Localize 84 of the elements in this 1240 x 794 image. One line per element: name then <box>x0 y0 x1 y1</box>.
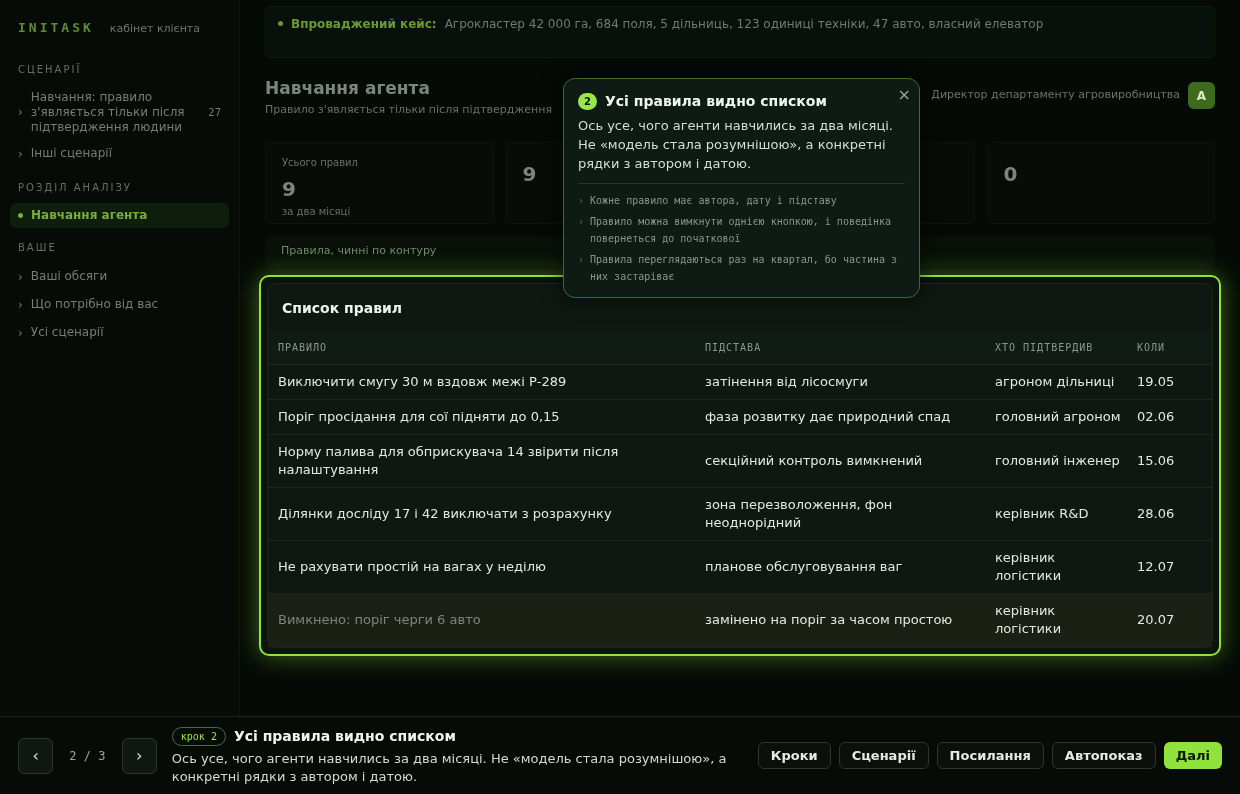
popover-text: Ось усе, чого агенти навчились за два місяці. Не «модель стала розумнішою», а конкретні рядки з автором і датою. <box>578 117 894 173</box>
page-subtitle: Правило з'являється тільки після підтвердження <box>265 101 553 118</box>
table-row[interactable]: Поріг просідання для сої підняти до 0,15 фаза розвитку дає природний спад головний агроном 02.06 <box>268 399 1212 435</box>
table-row[interactable]: Виключити смугу 30 м вздовж межі Р-289 затінення від лісосмуги агроном дільниці 19.05 <box>268 364 1212 400</box>
user-role: Директор департаменту агровиробництва <box>931 87 1180 104</box>
table-cell: зона перезволоження, фон неоднорідний <box>705 487 995 541</box>
table-cell: керівник логістики <box>995 593 1137 647</box>
table-cell: Поріг просідання для сої підняти до 0,15 <box>268 399 705 435</box>
item-label: Ваші обсяги <box>30 269 109 284</box>
table-cell: головний агроном <box>995 399 1137 435</box>
section-heading: СЦЕНАРІЇ <box>17 62 83 77</box>
table-cell: фаза розвитку дає природний спад <box>705 399 995 435</box>
tour-button[interactable]: Далі <box>1163 742 1222 769</box>
table-cell: 19.05 <box>1137 364 1212 400</box>
section-heading: РОЗДІЛ АНАЛІЗУ <box>17 180 133 195</box>
previous-button[interactable]: ‹ <box>18 737 54 774</box>
item-label: Навчання агента <box>31 207 149 223</box>
table-cell: 02.06 <box>1137 399 1212 435</box>
page-title: Навчання агента <box>265 77 431 100</box>
table-cell: замінено на поріг за часом простою <box>705 593 995 647</box>
table-cell: Ділянки досліду 17 і 42 виключати з розрахунку <box>268 487 705 541</box>
sidebar-item[interactable]: Навчання агента <box>10 202 229 228</box>
brand-subtitle: кабінет клієнта <box>109 21 200 37</box>
column-header: ПРАВИЛО <box>268 331 705 365</box>
popover-bullet: Кожне правило має автора, дату і підставу <box>590 194 837 208</box>
tour-button[interactable]: Автопоказ <box>1051 742 1156 769</box>
banner-text: Агрокластер 42 000 га, 684 поля, 5 дільниць, 123 одиниці техніки, 47 авто, власний елеватор <box>444 16 1044 33</box>
tour-button[interactable]: Кроки <box>757 742 831 769</box>
table-cell: головний інженер <box>995 434 1137 488</box>
tour-button[interactable]: Посилання <box>936 742 1044 769</box>
chevron-icon: › <box>18 267 23 286</box>
sidebar-item[interactable]: › Ваші обсяги <box>10 262 229 291</box>
tour-button[interactable]: Сценарії <box>838 742 929 769</box>
table-cell: агроном дільниці <box>995 364 1137 400</box>
table-cell: Норму палива для обприскувача 14 звірити після налаштування <box>268 434 705 488</box>
table-cell: 15.06 <box>1137 434 1212 488</box>
chevron-icon: › <box>18 103 23 121</box>
table-cell: затінення від лісосмуги <box>705 364 995 400</box>
step-title: Усі правила видно списком <box>233 726 456 746</box>
sidebar-item[interactable]: › Що потрібно від вас <box>10 290 229 319</box>
popover-title: Усі правила видно списком <box>605 92 827 111</box>
table-cell: планове обслуговування ваг <box>705 540 995 594</box>
banner-label: Впроваджений кейс: <box>291 16 437 33</box>
sidebar-item[interactable]: › Навчання: правило з'являється тільки після підтвердження людини 27 <box>10 84 229 140</box>
column-header: ХТО ПІДТВЕРДИВ <box>995 331 1137 365</box>
chevron-icon: › <box>18 144 23 163</box>
sidebar-item[interactable]: › Інші сценарії <box>10 139 229 168</box>
stat-note: за два місяці <box>282 205 351 219</box>
item-label: Інші сценарії <box>30 146 114 161</box>
next-button[interactable]: › <box>121 737 157 774</box>
sidebar-item[interactable]: › Усі сценарії <box>10 318 229 347</box>
user-avatar[interactable]: А <box>1188 82 1215 109</box>
table-row[interactable]: Норму палива для обприскувача 14 звірити після налаштування секційний контроль вимкнений головний інженер 15.06 <box>268 434 1212 488</box>
chevron-icon: › <box>18 295 23 314</box>
table-title: Список правил <box>281 299 404 318</box>
table-cell: Вимкнено: поріг черги 6 авто <box>268 593 705 647</box>
table-cell: 20.07 <box>1137 593 1212 647</box>
item-label: Що потрібно від вас <box>30 297 160 312</box>
section-heading: ВАШЕ <box>17 240 58 255</box>
step-counter: 2 / 3 <box>68 747 107 765</box>
stat-value: 9 <box>282 176 296 203</box>
table-cell: Не рахувати простій на вагах у неділю <box>268 540 705 594</box>
table-cell: 12.07 <box>1137 540 1212 594</box>
table-row[interactable]: Ділянки досліду 17 і 42 виключати з розрахунку зона перезволоження, фон неоднорідний керівник R&D 28.06 <box>268 487 1212 541</box>
step-description: Ось усе, чого агенти навчились за два місяці. Не «модель стала розумнішою», а конкретні рядки з автором і датою. <box>171 749 728 786</box>
column-header: КОЛИ <box>1137 331 1212 365</box>
table-cell: керівник R&D <box>995 487 1137 541</box>
brand-logo: INITASK <box>18 19 94 37</box>
column-header: ПІДСТАВА <box>705 331 995 365</box>
table-cell: керівник логістики <box>995 540 1137 594</box>
item-label: Навчання: правило з'являється тільки після підтвердження людини <box>30 89 186 135</box>
chevron-icon: › <box>578 192 585 209</box>
table-cell: Виключити смугу 30 м вздовж межі Р-289 <box>268 364 705 400</box>
table-cell: секційний контроль вимкнений <box>705 434 995 488</box>
stat-value: 0 <box>1003 161 1018 188</box>
item-count: 27 <box>208 105 221 120</box>
chevron-icon: › <box>18 323 23 342</box>
close-button[interactable]: × <box>897 83 911 107</box>
item-label: Усі сценарії <box>30 325 105 340</box>
step-number: 2 <box>578 93 597 110</box>
table-cell: 28.06 <box>1137 487 1212 541</box>
table-row[interactable]: Не рахувати простій на вагах у неділю планове обслуговування ваг керівник логістики 12.07 <box>268 540 1212 594</box>
stat-value: 9 <box>522 161 537 188</box>
stat-label: Усього правил <box>282 156 358 170</box>
